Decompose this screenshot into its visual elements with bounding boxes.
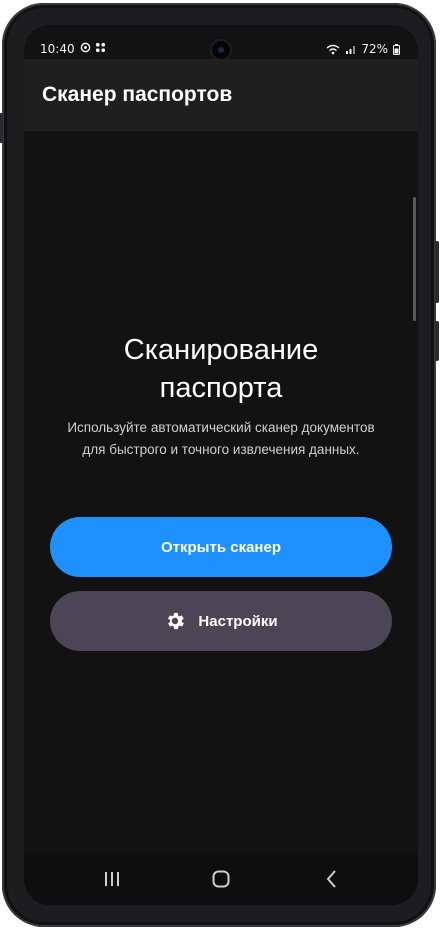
app-title: Сканер паспортов — [42, 83, 233, 106]
power-button — [435, 241, 439, 303]
status-icons-left — [80, 42, 106, 53]
open-scanner-label: Открыть сканер — [161, 538, 281, 556]
screen: 10:40 72% Сканер паспортов Сканирование … — [24, 25, 418, 905]
recents-icon[interactable] — [100, 867, 124, 891]
settings-label: Настройки — [198, 612, 278, 630]
phone-frame: 10:40 72% Сканер паспортов Сканирование … — [0, 3, 439, 927]
heading-line-2: паспорта — [159, 372, 283, 404]
status-time: 10:40 — [40, 42, 75, 56]
home-icon[interactable] — [209, 867, 233, 891]
signal-icon — [346, 45, 356, 54]
wifi-icon — [326, 44, 340, 54]
status-icons-right: 72% — [326, 42, 400, 56]
heading-line-1: Сканирование — [123, 334, 319, 366]
scrollbar-thumb[interactable] — [413, 197, 416, 321]
sync-icon — [80, 42, 91, 53]
apps-dots-icon — [95, 42, 106, 53]
volume-button — [435, 321, 439, 361]
open-scanner-button[interactable]: Открыть сканер — [50, 517, 392, 577]
back-icon[interactable] — [320, 867, 344, 891]
battery-icon — [393, 43, 400, 55]
gear-icon — [168, 612, 185, 630]
battery-percent: 72% — [361, 42, 388, 56]
front-camera — [212, 41, 230, 59]
page-heading: Сканирование паспорта — [24, 331, 418, 407]
page-description: Используйте автоматический сканер докуме… — [67, 420, 375, 457]
status-bar: 10:40 72% — [24, 25, 418, 59]
app-bar: Сканер паспортов — [24, 59, 418, 131]
settings-button[interactable]: Настройки — [50, 591, 392, 651]
side-button — [0, 113, 3, 143]
navigation-bar — [24, 853, 418, 905]
